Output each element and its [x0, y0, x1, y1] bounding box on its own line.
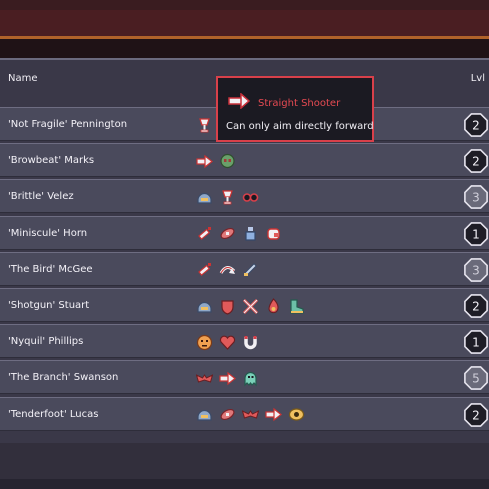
- soldier-row[interactable]: 'The Branch' Swanson 5: [0, 360, 489, 395]
- curved-arrow-icon[interactable]: [219, 261, 236, 278]
- level-badge: 2: [464, 113, 488, 137]
- soldier-row[interactable]: 'Browbeat' Marks 2: [0, 143, 489, 178]
- level-value: 3: [472, 263, 480, 277]
- bat-icon[interactable]: [242, 406, 259, 423]
- trait-icons: [196, 297, 305, 315]
- soldier-name: 'The Branch' Swanson: [8, 372, 119, 384]
- level-badge: 1: [464, 330, 488, 355]
- ghost-icon[interactable]: [242, 370, 259, 387]
- helmet-icon[interactable]: [196, 189, 213, 206]
- flame-icon[interactable]: [265, 297, 282, 315]
- green-skull-icon[interactable]: [219, 153, 236, 170]
- soldier-row[interactable]: 'Shotgun' Stuart 2: [0, 288, 489, 322]
- trait-icons: [196, 406, 305, 424]
- level-badge: 1: [464, 221, 488, 246]
- magnet-icon[interactable]: [242, 334, 259, 351]
- knife-icon[interactable]: [242, 261, 259, 278]
- level-value: 2: [472, 300, 480, 314]
- soldier-row[interactable]: 'The Bird' McGee 3: [0, 251, 489, 286]
- tooltip-description: Can only aim directly forward: [226, 121, 374, 132]
- trait-icons: [196, 261, 259, 279]
- banner-band: [0, 0, 489, 10]
- shield-icon[interactable]: [219, 298, 236, 315]
- soldier-name: 'Shotgun' Stuart: [8, 300, 90, 311]
- bandage-icon[interactable]: [219, 406, 236, 423]
- soldier-row[interactable]: 'Nyquil' Phillips 1: [0, 324, 489, 359]
- trait-icons: [196, 369, 259, 387]
- level-value: 2: [472, 119, 480, 133]
- name-column-header: Name: [8, 73, 38, 84]
- soldier-row[interactable]: 'Brittle' Velez 3: [0, 179, 489, 214]
- soldier-name: 'Not Fragile' Pennington: [8, 119, 128, 130]
- trait-icons: [196, 188, 259, 206]
- arrow-right-icon: [228, 93, 250, 109]
- arrow-right-icon[interactable]: [196, 153, 213, 170]
- level-column-header: Lvl: [470, 73, 485, 84]
- goblet-icon[interactable]: [219, 189, 236, 206]
- arrow-right-icon[interactable]: [265, 406, 282, 423]
- tooltip-title: Straight Shooter: [258, 98, 341, 109]
- face-icon[interactable]: [196, 334, 213, 351]
- soldier-name: 'Tenderfoot' Lucas: [8, 408, 99, 420]
- heart-icon[interactable]: [219, 334, 236, 351]
- soldier-row[interactable]: 'Miniscule' Horn 1: [0, 215, 489, 250]
- boot-icon[interactable]: [288, 298, 305, 315]
- level-badge: 2: [464, 402, 488, 427]
- soldier-name: 'Miniscule' Horn: [8, 227, 88, 239]
- bottom-bar: [0, 479, 489, 489]
- trait-tooltip: Straight Shooter Can only aim directly f…: [216, 76, 374, 142]
- goblet-icon[interactable]: [196, 117, 213, 134]
- bandage-icon[interactable]: [219, 225, 236, 242]
- trait-icons: [196, 333, 259, 351]
- helmet-icon[interactable]: [196, 298, 213, 315]
- goggles-icon[interactable]: [242, 189, 259, 206]
- soldier-name: 'The Bird' McGee: [8, 263, 93, 275]
- level-badge: 2: [464, 149, 488, 174]
- syringe-icon[interactable]: [196, 225, 213, 242]
- level-value: 2: [472, 155, 480, 169]
- eye-icon[interactable]: [288, 406, 305, 423]
- level-value: 1: [472, 336, 480, 350]
- banner-band: [0, 10, 489, 36]
- level-badge: 3: [464, 185, 488, 210]
- arrow-right-icon[interactable]: [219, 370, 236, 387]
- trait-icons: [196, 116, 213, 134]
- crossed-swords-icon[interactable]: [242, 298, 259, 315]
- soldier-name: 'Brittle' Velez: [8, 191, 74, 203]
- soldier-name: 'Nyquil' Phillips: [8, 336, 84, 348]
- trait-icons: [196, 225, 282, 243]
- fist-icon[interactable]: [265, 225, 282, 242]
- syringe-icon[interactable]: [196, 261, 213, 278]
- soldier-name: 'Browbeat' Marks: [8, 155, 95, 167]
- banner-shadow: [0, 39, 489, 58]
- bottle-icon[interactable]: [242, 225, 259, 242]
- level-badge: 3: [464, 257, 488, 282]
- soldier-row[interactable]: 'Tenderfoot' Lucas 2: [0, 396, 489, 431]
- level-badge: 2: [464, 294, 488, 318]
- bat-icon[interactable]: [196, 370, 213, 387]
- trait-icons: [196, 152, 236, 170]
- bottom-strip: [0, 443, 489, 489]
- level-value: 5: [472, 372, 480, 386]
- level-value: 1: [472, 227, 480, 241]
- level-value: 2: [472, 408, 480, 422]
- helmet-icon[interactable]: [196, 406, 213, 423]
- top-banner: [0, 0, 489, 58]
- level-value: 3: [472, 191, 480, 205]
- level-badge: 5: [464, 366, 488, 391]
